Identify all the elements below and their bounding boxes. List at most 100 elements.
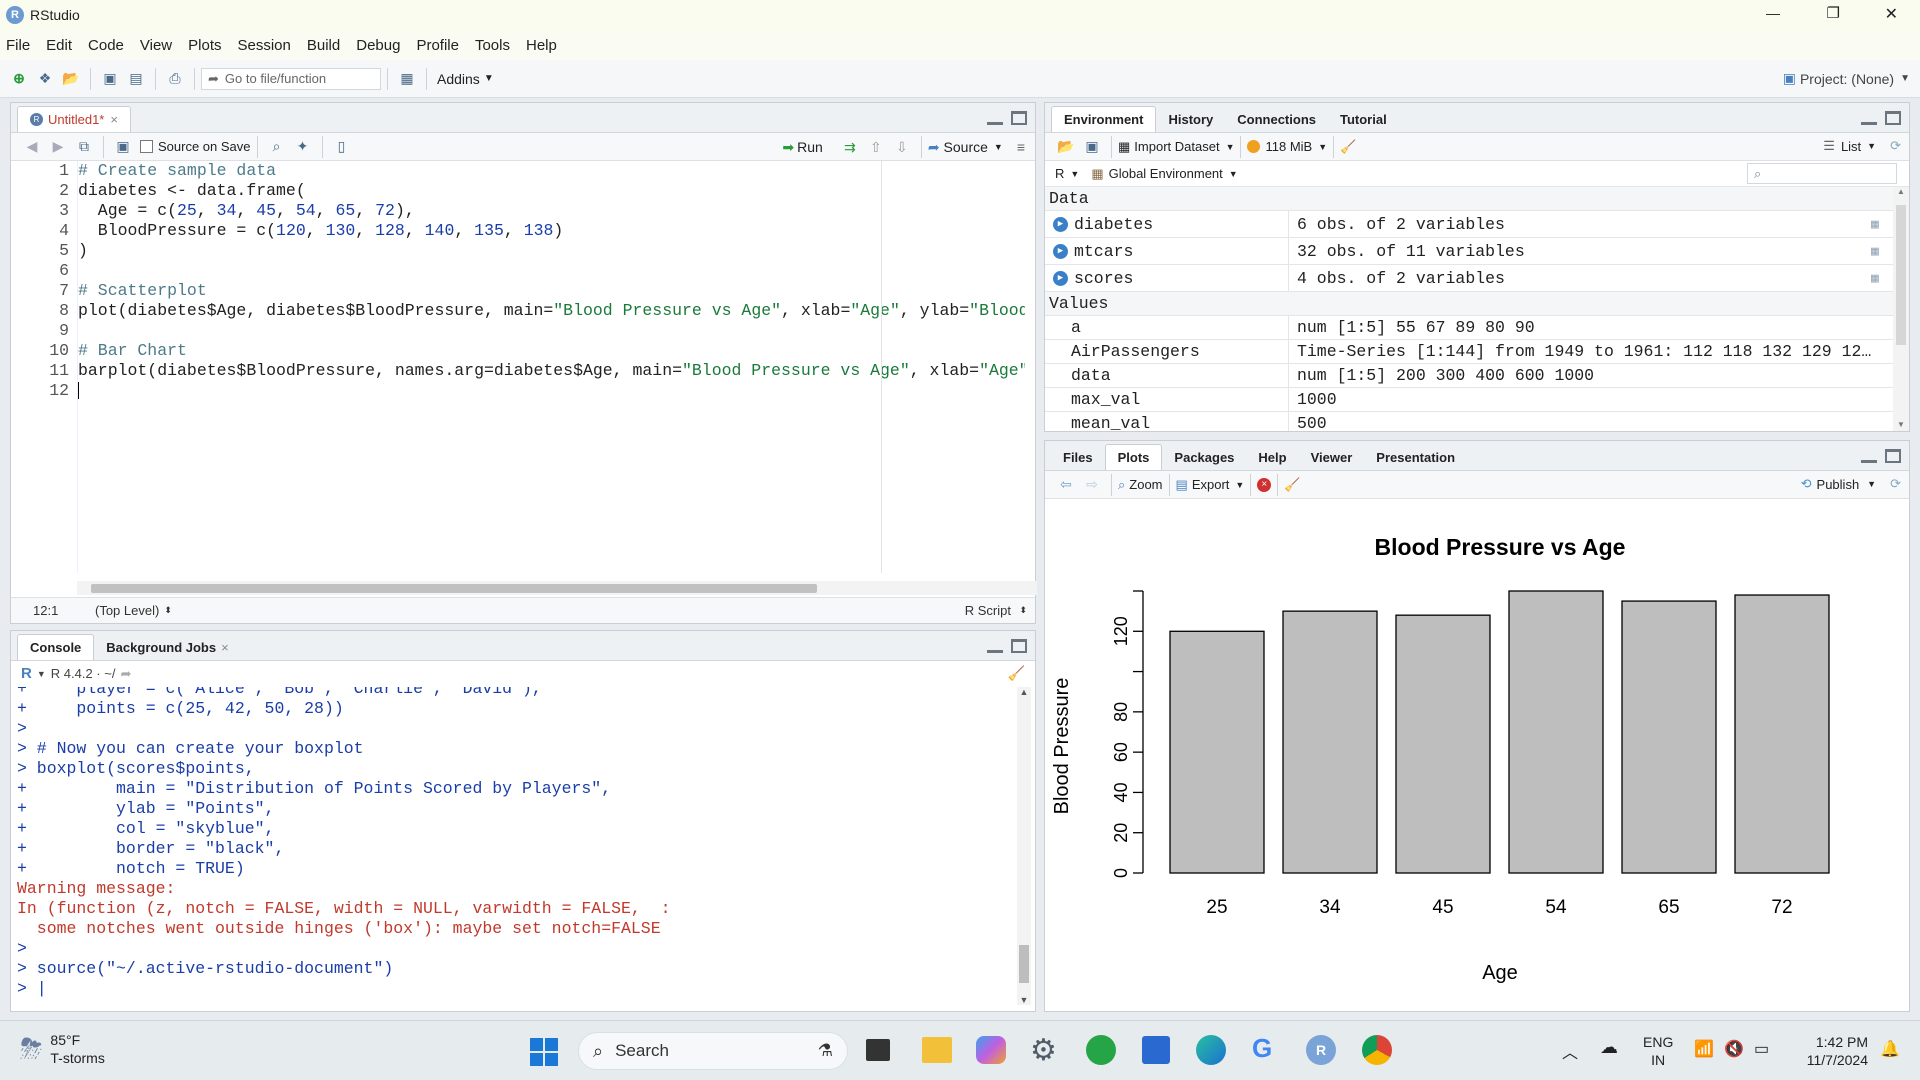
- code-line[interactable]: plot(diabetes$Age, diabetes$BloodPressur…: [78, 301, 1025, 321]
- addins-menu[interactable]: Addins: [437, 71, 480, 87]
- show-hidden-icons[interactable]: ︿: [1562, 1039, 1578, 1063]
- whatsapp-icon[interactable]: [1086, 1035, 1116, 1065]
- menu-file[interactable]: File: [6, 37, 30, 54]
- menu-debug[interactable]: Debug: [356, 37, 400, 54]
- horizontal-scrollbar[interactable]: [77, 581, 1037, 595]
- mute-icon[interactable]: 🔇: [1724, 1039, 1744, 1059]
- import-caret-icon[interactable]: ▼: [1226, 142, 1235, 152]
- file-type-caret-icon[interactable]: ⬍: [1019, 605, 1027, 616]
- view-table-icon[interactable]: ▦: [1871, 217, 1893, 232]
- save-all-icon[interactable]: ▤: [123, 67, 149, 91]
- save-icon[interactable]: ▣: [97, 67, 123, 91]
- print-icon[interactable]: ⎙: [162, 67, 188, 91]
- scrollbar-thumb[interactable]: [1019, 945, 1029, 983]
- new-file-icon[interactable]: ⊕: [6, 67, 32, 91]
- refresh-icon[interactable]: ⟳: [1890, 138, 1901, 154]
- scrollbar-thumb[interactable]: [91, 584, 817, 593]
- file-explorer-icon[interactable]: [922, 1037, 952, 1063]
- wifi-icon[interactable]: 📶: [1694, 1039, 1714, 1059]
- clock[interactable]: 1:42 PM 11/7/2024: [1796, 1033, 1868, 1069]
- editor-tab[interactable]: R Untitled1* ×: [17, 106, 131, 132]
- environment-caret-icon[interactable]: ▼: [1229, 169, 1238, 179]
- open-file-icon[interactable]: 📂: [58, 67, 84, 91]
- menu-tools[interactable]: Tools: [475, 37, 510, 54]
- memory-usage[interactable]: 118 MiB: [1265, 139, 1312, 154]
- env-data-row[interactable]: ▶ diabetes 6 obs. of 2 variables ▦: [1045, 211, 1893, 238]
- menu-build[interactable]: Build: [307, 37, 340, 54]
- source-button[interactable]: Source: [944, 139, 988, 155]
- view-table-icon[interactable]: ▦: [1871, 271, 1893, 286]
- env-value-row[interactable]: max_val 1000: [1045, 388, 1893, 412]
- scope-caret-icon[interactable]: ⬍: [164, 605, 172, 616]
- close-tab-icon[interactable]: ×: [221, 640, 229, 655]
- scope-selector[interactable]: (Top Level): [95, 603, 159, 618]
- start-button[interactable]: [530, 1038, 558, 1066]
- maximize-pane-icon[interactable]: [1011, 111, 1027, 125]
- menu-profile[interactable]: Profile: [416, 37, 459, 54]
- forward-arrow-icon[interactable]: ▶: [45, 135, 71, 159]
- code-line[interactable]: ): [78, 241, 1025, 261]
- goto-dir-icon[interactable]: ➦: [120, 666, 131, 682]
- google-icon[interactable]: G: [1252, 1033, 1272, 1064]
- view-table-icon[interactable]: ▦: [1871, 244, 1893, 259]
- tab-environment[interactable]: Environment: [1051, 106, 1157, 132]
- minimize-pane-icon[interactable]: [987, 111, 1003, 125]
- export-button[interactable]: Export: [1192, 477, 1230, 492]
- addins-caret-icon[interactable]: ▼: [484, 73, 494, 84]
- maximize-pane-icon[interactable]: [1011, 639, 1027, 653]
- code-line[interactable]: BloodPressure = c(120, 130, 128, 140, 13…: [78, 221, 1025, 241]
- minimize-pane-icon[interactable]: [1861, 449, 1877, 463]
- code-line[interactable]: Age = c(25, 34, 45, 54, 65, 72),: [78, 201, 1025, 221]
- code-line[interactable]: barplot(diabetes$BloodPressure, names.ar…: [78, 361, 1025, 381]
- tab-connections[interactable]: Connections: [1225, 106, 1328, 132]
- taskbar-search-box[interactable]: ⌕ Search ⚗: [578, 1032, 848, 1070]
- clear-console-icon[interactable]: 🧹: [1008, 665, 1025, 682]
- scroll-up-icon[interactable]: ▲: [1893, 187, 1909, 196]
- tab-console[interactable]: Console: [17, 634, 95, 660]
- scroll-down-icon[interactable]: ▼: [1017, 995, 1031, 1005]
- memory-caret-icon[interactable]: ▼: [1318, 142, 1327, 152]
- zoom-button[interactable]: Zoom: [1129, 477, 1162, 492]
- env-value-row[interactable]: a num [1:5] 55 67 89 80 90: [1045, 316, 1893, 340]
- pane-layout-icon[interactable]: ▦: [394, 67, 420, 91]
- minimize-pane-icon[interactable]: [1861, 111, 1877, 125]
- menu-code[interactable]: Code: [88, 37, 124, 54]
- refresh-icon[interactable]: ⟳: [1890, 476, 1901, 492]
- menu-plots[interactable]: Plots: [188, 37, 221, 54]
- onedrive-icon[interactable]: ☁: [1600, 1037, 1618, 1058]
- env-search-input[interactable]: ⌕: [1747, 163, 1897, 184]
- console-scrollbar[interactable]: ▲ ▼: [1017, 687, 1031, 1005]
- store-icon[interactable]: [1142, 1036, 1170, 1064]
- view-caret-icon[interactable]: ▼: [1867, 141, 1876, 151]
- maximize-pane-icon[interactable]: [1885, 111, 1901, 125]
- back-arrow-icon[interactable]: ◀: [19, 135, 45, 159]
- task-view-icon[interactable]: [866, 1039, 890, 1061]
- notification-bell-icon[interactable]: 🔔: [1880, 1039, 1900, 1059]
- source-caret-icon[interactable]: ▼: [994, 142, 1003, 152]
- close-tab-icon[interactable]: ×: [110, 112, 118, 127]
- language-caret-icon[interactable]: ▼: [1070, 169, 1079, 179]
- previous-plot-icon[interactable]: ⇦: [1053, 473, 1079, 497]
- tab-background-jobs[interactable]: Background Jobs ×: [94, 634, 240, 660]
- tab-packages[interactable]: Packages: [1162, 444, 1246, 470]
- env-value-row[interactable]: AirPassengers Time-Series [1:144] from 19…: [1045, 340, 1893, 364]
- tab-files[interactable]: Files: [1051, 444, 1105, 470]
- edge-icon[interactable]: [1196, 1035, 1226, 1065]
- env-scrollbar[interactable]: ▲ ▼: [1893, 187, 1909, 431]
- expand-arrow-icon[interactable]: ▶: [1053, 243, 1068, 259]
- load-workspace-icon[interactable]: 📂: [1053, 135, 1079, 159]
- env-data-row[interactable]: ▶ scores 4 obs. of 2 variables ▦: [1045, 265, 1893, 292]
- menu-edit[interactable]: Edit: [46, 37, 72, 54]
- maximize-button[interactable]: ❐: [1827, 4, 1840, 22]
- code-editor[interactable]: # Create sample data diabetes <- data.fra…: [77, 161, 1025, 573]
- publish-button[interactable]: Publish: [1817, 477, 1860, 492]
- show-in-window-icon[interactable]: ⧉: [71, 135, 97, 159]
- tab-help[interactable]: Help: [1246, 444, 1298, 470]
- env-value-row[interactable]: data num [1:5] 200 300 400 600 1000: [1045, 364, 1893, 388]
- file-type-selector[interactable]: R Script: [965, 603, 1011, 618]
- clear-plots-broom-icon[interactable]: 🧹: [1284, 477, 1300, 493]
- scroll-up-icon[interactable]: ▲: [1017, 687, 1031, 697]
- code-line[interactable]: # Bar Chart: [78, 341, 1025, 361]
- settings-gear-icon[interactable]: ⚙: [1030, 1033, 1057, 1068]
- save-workspace-icon[interactable]: ▣: [1079, 135, 1105, 159]
